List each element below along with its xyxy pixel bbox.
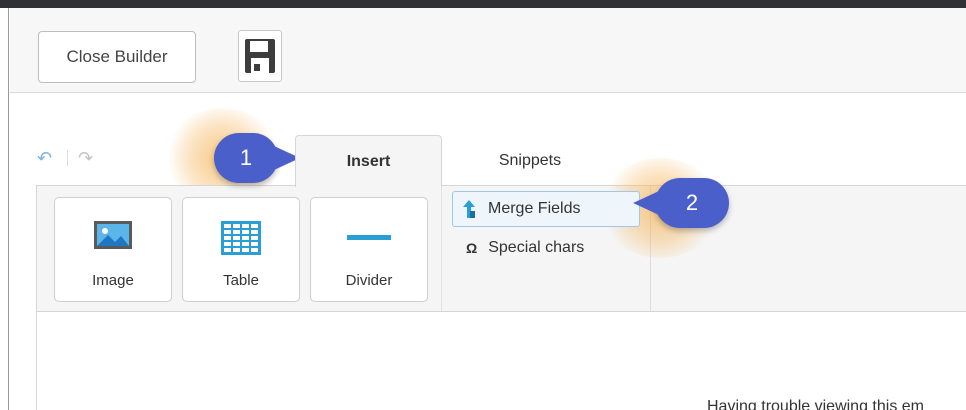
special-chars-button[interactable]: Ω Special chars [452,233,640,263]
omega-icon: Ω [466,240,478,256]
tab-snippets[interactable]: Snippets [450,135,610,186]
ribbon-divider [441,186,442,311]
left-edge [0,8,9,410]
merge-fields-button[interactable]: Merge Fields [452,191,640,227]
image-icon [94,221,132,249]
button-label: Divider [345,272,393,289]
redo-icon[interactable]: ↷ [78,148,93,169]
close-builder-button[interactable]: Close Builder [38,31,196,83]
step-callout-1: 1 [214,133,300,183]
email-canvas[interactable] [36,312,966,410]
undo-icon[interactable]: ↶ [37,148,52,169]
floppy-disk-icon [245,39,275,73]
save-button[interactable] [238,30,282,82]
merge-fields-label: Merge Fields [488,200,581,217]
insert-divider-button[interactable]: Divider [310,197,428,302]
merge-fields-icon [462,199,476,219]
tab-insert[interactable]: Insert [295,135,442,187]
email-preview-text: Having trouble viewing this em [707,398,924,410]
window-top-bar [0,0,966,8]
insert-image-button[interactable]: Image [54,197,172,302]
special-chars-label: Special chars [488,239,585,256]
builder-toolbar: Close Builder [10,8,966,93]
insert-table-button[interactable]: Table [182,197,300,302]
button-label: Table [223,272,259,289]
table-icon [221,221,261,255]
divider-icon [347,235,391,240]
step-callout-2: 2 [633,178,729,228]
history-divider [67,150,68,166]
button-label: Image [92,272,134,289]
